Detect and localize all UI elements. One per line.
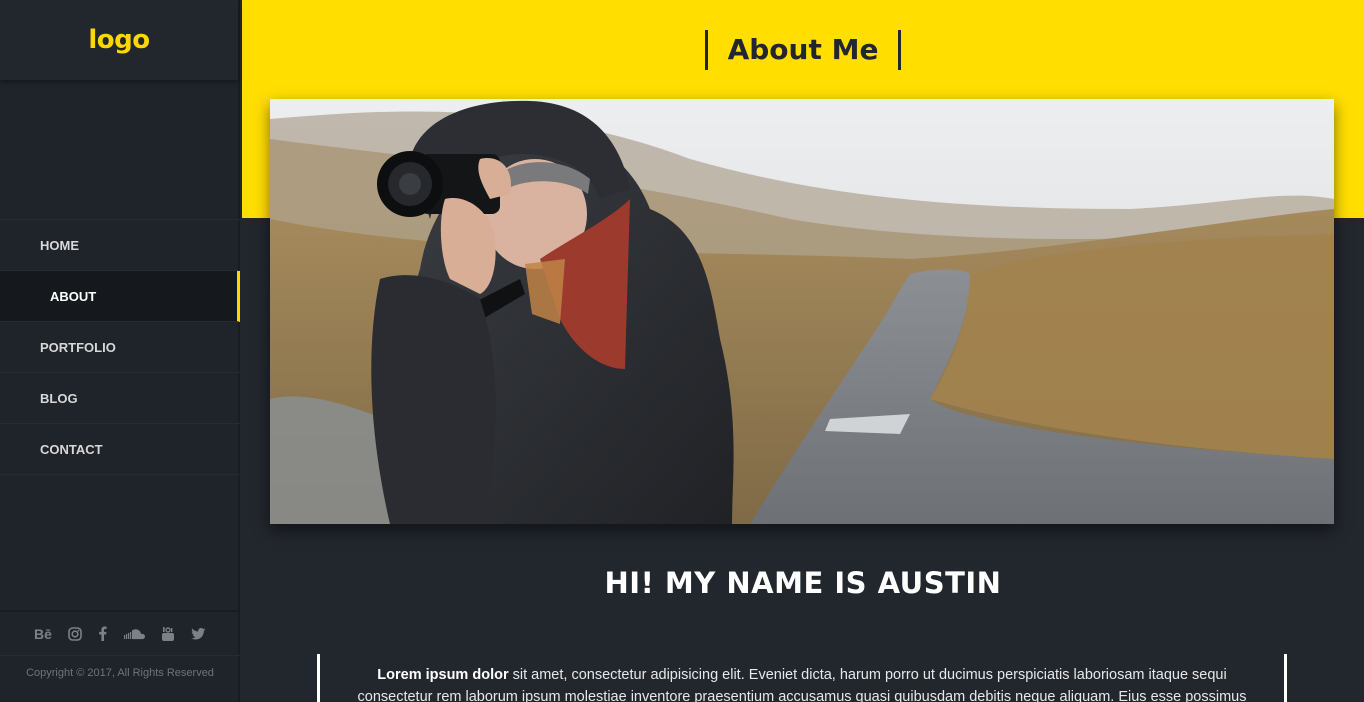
hero-image	[270, 99, 1334, 524]
nav-item-home[interactable]: HOME	[0, 220, 240, 271]
main-nav: HOME ABOUT PORTFOLIO BLOG CONTACT	[0, 219, 240, 475]
twitter-icon[interactable]	[191, 627, 206, 640]
intro-heading: HI! MY NAME IS AUSTIN	[604, 566, 1002, 600]
logo-container: logo	[0, 0, 238, 80]
nav-item-about[interactable]: ABOUT	[0, 271, 240, 322]
bio-bold-text: Lorem ipsum dolor	[377, 667, 509, 683]
page-title-wrap: About Me	[242, 30, 1364, 70]
photographer-photo	[270, 99, 1334, 524]
copyright: Copyright © 2017, All Rights Reserved	[26, 667, 214, 679]
social-links: Bē	[0, 610, 240, 656]
nav-item-contact[interactable]: CONTACT	[0, 424, 240, 475]
sidebar: logo HOME ABOUT PORTFOLIO BLOG CONTACT B…	[0, 0, 240, 702]
facebook-icon[interactable]	[98, 626, 107, 641]
youtube-icon[interactable]	[161, 626, 175, 642]
bio-paragraph: Lorem ipsum dolor sit amet, consectetur …	[317, 654, 1287, 702]
soundcloud-icon[interactable]	[123, 628, 145, 640]
nav-item-blog[interactable]: BLOG	[0, 373, 240, 424]
page-title: About Me	[704, 30, 902, 70]
nav-item-portfolio[interactable]: PORTFOLIO	[0, 322, 240, 373]
logo[interactable]: logo	[88, 25, 150, 55]
behance-icon[interactable]: Bē	[34, 626, 52, 642]
instagram-icon[interactable]	[68, 626, 82, 641]
